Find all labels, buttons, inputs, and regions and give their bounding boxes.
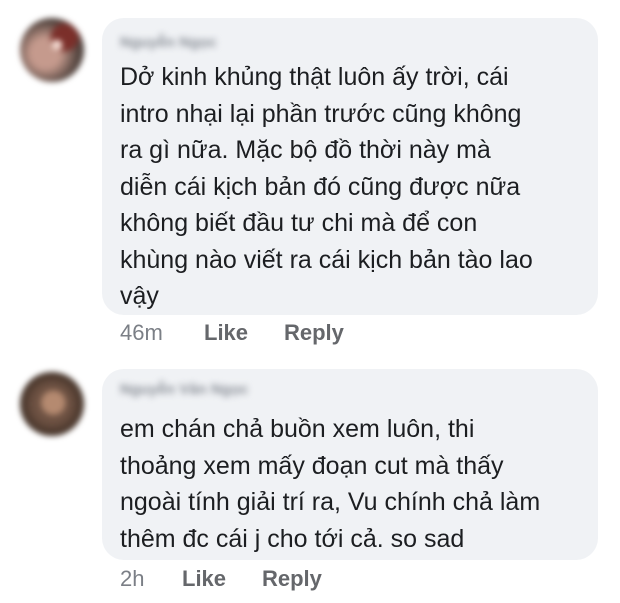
comment-author[interactable]: Nguyễn Văn Ngọc <box>120 381 248 398</box>
comment-timestamp[interactable]: 2h <box>120 566 144 592</box>
avatar[interactable] <box>20 372 84 436</box>
comment-text: Dở kinh khủng thật luôn ấy trời, cái int… <box>120 63 533 310</box>
like-button[interactable]: Like <box>182 566 226 592</box>
comment-bubble: Nguyễn Văn Ngọc em chán chả buồn xem luô… <box>102 369 598 560</box>
comment-text: em chán chả buồn xem luôn, thi thoảng xe… <box>120 415 541 553</box>
reply-button[interactable]: Reply <box>262 566 322 592</box>
like-button[interactable]: Like <box>204 320 248 346</box>
comment-timestamp[interactable]: 46m <box>120 320 163 346</box>
avatar[interactable] <box>20 18 84 82</box>
reply-button[interactable]: Reply <box>284 320 344 346</box>
comment-author[interactable]: Nguyễn Ngọc <box>120 34 217 51</box>
comment-bubble: Nguyễn Ngọc Dở kinh khủng thật luôn ấy t… <box>102 18 598 315</box>
